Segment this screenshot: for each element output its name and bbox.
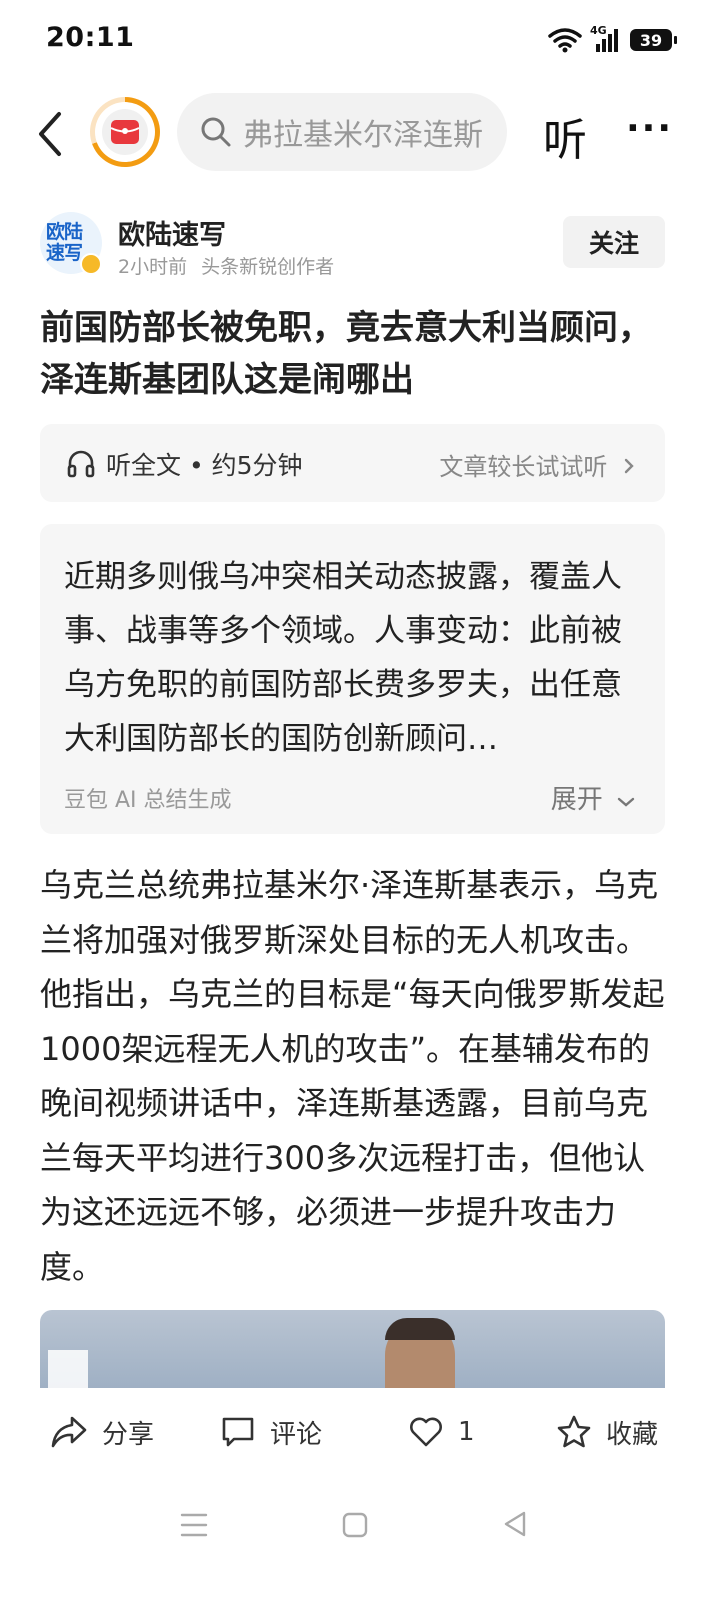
article-body: 乌克兰总统弗拉基米尔·泽连斯基表示，乌克兰将加强对俄罗斯深处目标的无人机攻击。他… [40,866,665,1286]
share-label: 分享 [102,1419,155,1450]
status-time: 20:11 [46,22,135,53]
chevron-left-icon [39,112,61,156]
author-name[interactable]: 欧陆速写 [118,213,226,252]
author-tag: 头条新锐创作者 [201,256,335,278]
share-button[interactable]: 分享 [50,1412,154,1452]
image-hair [385,1318,455,1340]
chevron-down-icon [617,797,635,807]
author-meta: 2小时前 头条新锐创作者 [118,252,334,279]
cellular-signal-icon: 4G [590,24,622,54]
back-triangle-icon[interactable] [502,1510,528,1538]
battery-icon: 39 [630,29,677,51]
red-envelope-icon [110,120,140,144]
heart-icon [410,1417,442,1447]
wifi-icon [548,28,582,53]
like-button[interactable]: 1 [408,1412,475,1452]
search-icon [201,117,231,147]
chevron-right-icon [624,458,634,474]
ai-summary-card: 近期多则俄乌冲突相关动态披露，覆盖人事、战事等多个领域。人事变动：此前被乌方免职… [40,524,665,834]
home-icon[interactable] [342,1512,368,1538]
star-icon [557,1415,591,1448]
action-bar: 分享 评论 1 收藏 [0,1388,720,1478]
more-options-button[interactable]: ··· [626,108,673,149]
article-title: 前国防部长被免职，竟去意大利当顾问，泽连斯基团队这是闹哪出 [40,308,652,400]
summary-source: 豆包 AI 总结生成 [64,788,232,813]
expand-label: 展开 [550,785,603,815]
comment-button[interactable]: 评论 [220,1412,322,1452]
search-bar[interactable]: 弗拉基米尔泽连斯 [177,93,507,171]
avatar-text-line1: 欧陆 [46,221,83,243]
article-image[interactable] [40,1310,665,1388]
listen-button[interactable]: 听 [543,104,587,168]
menu-icon[interactable] [180,1512,208,1538]
post-time: 2小时前 [118,256,188,278]
verified-badge-icon [80,253,102,275]
summary-text: 近期多则俄乌冲突相关动态披露，覆盖人事、战事等多个领域。人事变动：此前被乌方免职… [64,559,622,757]
image-sign [48,1350,88,1388]
listen-hint-text: 文章较长试试听 [439,453,608,481]
follow-button[interactable]: 关注 [563,216,665,268]
listen-full-text-label: 听全文 • 约5分钟 [106,451,303,480]
comment-icon [222,1417,254,1447]
app-logo[interactable] [90,97,160,167]
listen-full-text-bar[interactable]: 听全文 • 约5分钟 文章较长试试听 [40,424,665,502]
like-count: 1 [458,1417,475,1447]
system-nav-bar [0,1480,720,1604]
headphones-icon [67,450,95,478]
avatar-text-line2: 速写 [46,242,83,264]
back-button[interactable] [28,106,72,162]
comment-label: 评论 [270,1419,323,1450]
status-icons: 4G 39 [548,24,677,56]
favorite-button[interactable]: 收藏 [556,1412,658,1452]
share-icon [51,1416,87,1448]
expand-button[interactable]: 展开 [551,779,635,816]
search-input: 弗拉基米尔泽连斯 [243,118,483,153]
favorite-label: 收藏 [606,1419,659,1450]
battery-level: 39 [639,30,663,50]
listen-hint: 文章较长试试听 [439,447,635,482]
